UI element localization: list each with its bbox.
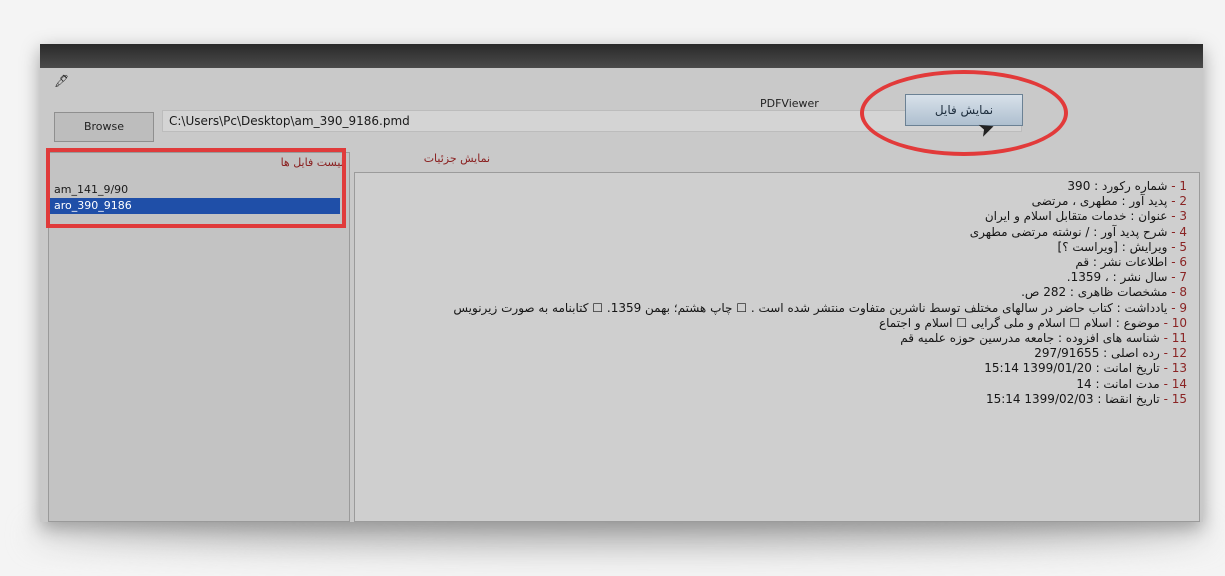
detail-number: 1 <box>1179 179 1187 193</box>
annotation-box <box>46 148 346 228</box>
detail-number: 6 <box>1179 255 1187 270</box>
detail-text: تاریخ امانت : 1399/01/20 15:14 <box>984 361 1160 376</box>
detail-text: عنوان : خدمات متقابل اسلام و ایران <box>984 209 1168 224</box>
detail-line: 4 - شرح پدید آور : / نوشته مرتضی مطهری <box>387 225 1187 240</box>
detail-number: 12 <box>1171 346 1187 361</box>
detail-line: 2 - پدید آور : مطهری ، مرتضی <box>387 194 1187 209</box>
pdfviewer-window: 🖋 PDFViewer Browse C:\Users\Pc\Desktop\a… <box>40 44 1203 522</box>
detail-line: 5 - ویرایش : [ویراست ؟] <box>387 240 1187 255</box>
detail-line: 10 - موضوع : اسلام ☐ اسلام و ملی گرایی ☐… <box>387 316 1187 331</box>
detail-number: - <box>1167 239 1180 254</box>
detail-number: - <box>1159 391 1172 406</box>
detail-text: شرح پدید آور : / نوشته مرتضی مطهری <box>969 224 1168 239</box>
details-text: 1 - شماره رکورد : 390 2 - پدید آور : مطه… <box>387 179 1187 407</box>
detail-number: - <box>1167 194 1180 209</box>
detail-line: 1 - شماره رکورد : 390 <box>387 179 1187 194</box>
detail-line: 3 - عنوان : خدمات متقابل اسلام و ایران <box>387 209 1187 224</box>
detail-number: 8 <box>1179 285 1187 300</box>
detail-number: - <box>1167 300 1180 315</box>
detail-line: 8 - مشخصات ظاهری : 282 ص. <box>387 285 1187 300</box>
detail-text: شناسه های افزوده : جامعه مدرسین حوزه علم… <box>900 331 1160 346</box>
detail-line: 11 - شناسه های افزوده : جامعه مدرسین حوز… <box>387 331 1187 346</box>
details-panel: 1 - شماره رکورد : 390 2 - پدید آور : مطه… <box>354 172 1200 522</box>
detail-text: پدید آور : مطهری ، مرتضی <box>1031 194 1168 209</box>
detail-line: 12 - رده اصلی : 297/91655 <box>387 346 1187 361</box>
detail-number: 15 <box>1171 391 1187 406</box>
detail-text: موضوع : اسلام ☐ اسلام و ملی گرایی ☐ اسلا… <box>878 315 1160 330</box>
detail-number: 13 <box>1171 361 1187 376</box>
detail-text: مدت امانت : 14 <box>1076 376 1160 391</box>
detail-number: - <box>1159 315 1172 330</box>
detail-number: 7 <box>1179 270 1187 285</box>
detail-number: - <box>1167 209 1180 224</box>
detail-text: مشخصات ظاهری : 282 ص. <box>1021 285 1168 300</box>
detail-number: 9 <box>1179 300 1187 315</box>
detail-number: - <box>1167 179 1180 193</box>
browse-button[interactable]: Browse <box>54 112 154 142</box>
detail-line: 6 - اطلاعات نشر : قم <box>387 255 1187 270</box>
detail-number: 4 <box>1179 224 1187 239</box>
detail-number: - <box>1167 224 1180 239</box>
detail-number: - <box>1159 361 1172 376</box>
detail-text: یادداشت : کتاب حاضر در سالهای مختلف توسط… <box>453 300 1168 315</box>
annotation-oval <box>860 70 1068 156</box>
detail-number: - <box>1159 376 1172 391</box>
detail-number: - <box>1167 270 1180 285</box>
detail-line: 15 - تاریخ انقضا : 1399/02/03 15:14 <box>387 392 1187 407</box>
detail-number: - <box>1167 285 1180 300</box>
detail-number: 5 <box>1179 239 1187 254</box>
detail-number: - <box>1167 255 1180 270</box>
detail-line: 14 - مدت امانت : 14 <box>387 377 1187 392</box>
detail-number: 10 <box>1171 315 1187 330</box>
detail-number: 2 <box>1179 194 1187 209</box>
detail-text: سال نشر : ، 1359. <box>1066 270 1168 285</box>
window-shadow <box>30 520 1210 550</box>
app-icon: 🖋 <box>54 74 70 88</box>
detail-text: رده اصلی : 297/91655 <box>1034 346 1160 361</box>
detail-line: 7 - سال نشر : ، 1359. <box>387 270 1187 285</box>
detail-number: - <box>1159 346 1172 361</box>
detail-text: شماره رکورد : 390 <box>1067 179 1168 193</box>
detail-text: تاریخ انقضا : 1399/02/03 15:14 <box>985 391 1160 406</box>
detail-number: - <box>1159 331 1172 346</box>
detail-number: 11 <box>1171 331 1187 346</box>
detail-line: 9 - یادداشت : کتاب حاضر در سالهای مختلف … <box>387 301 1187 316</box>
details-tab[interactable]: نمایش جزئیات <box>356 152 490 165</box>
title-bar <box>40 44 1203 68</box>
detail-text: ویرایش : [ویراست ؟] <box>1057 239 1168 254</box>
detail-line: 13 - تاریخ امانت : 1399/01/20 15:14 <box>387 361 1187 376</box>
window-title: PDFViewer <box>760 97 819 110</box>
detail-number: 14 <box>1171 376 1187 391</box>
detail-text: اطلاعات نشر : قم <box>1075 255 1168 270</box>
detail-number: 3 <box>1179 209 1187 224</box>
